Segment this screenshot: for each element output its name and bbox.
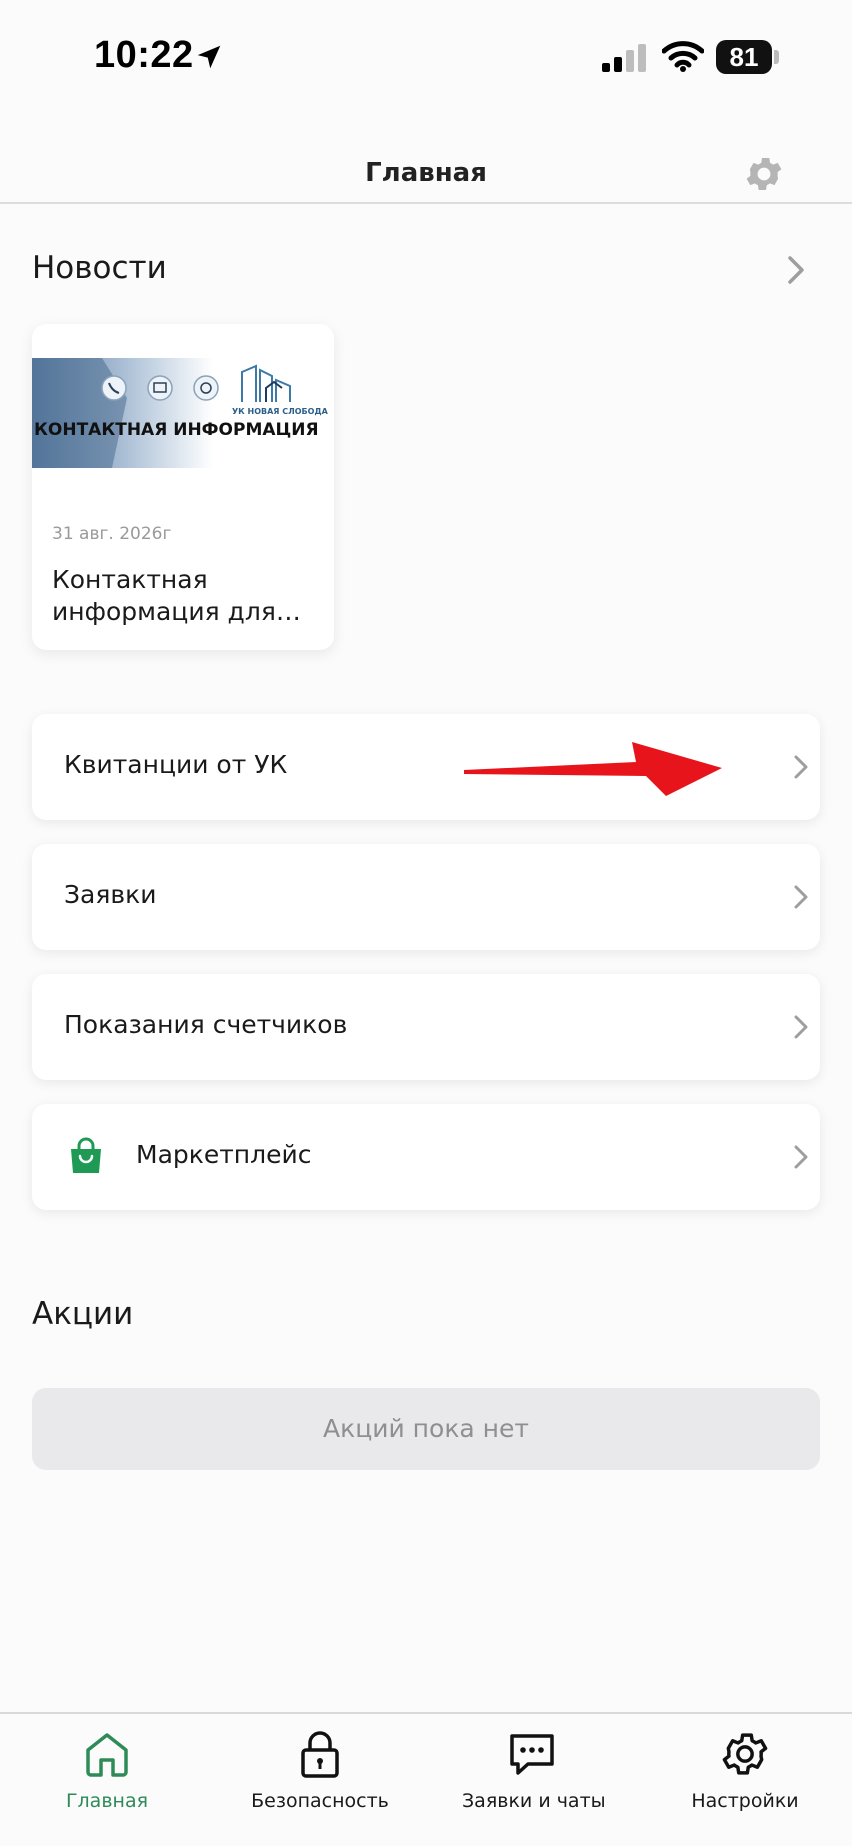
- menu-item-label: Показания счетчиков: [64, 1010, 348, 1039]
- chat-bubble-icon: [510, 1734, 554, 1775]
- lock-icon: [301, 1731, 339, 1778]
- wifi-icon: [662, 41, 704, 72]
- gear-icon: [722, 1733, 768, 1775]
- news-date: 31 авг. 2026г: [52, 524, 172, 544]
- tab-requests-chats[interactable]: Заявки и чаты: [462, 1728, 606, 1812]
- chevron-right-icon: [794, 885, 808, 909]
- news-text: Контактная информация для…: [52, 565, 301, 626]
- chevron-right-icon: [794, 755, 808, 779]
- battery-indicator: 81: [716, 40, 772, 74]
- menu-item-meter-readings[interactable]: Показания счетчиков: [32, 974, 820, 1080]
- tab-settings[interactable]: Настройки: [690, 1728, 800, 1812]
- location-arrow-icon: [197, 45, 221, 69]
- news-image-caption: КОНТАКТНАЯ ИНФОРМАЦИЯ: [34, 420, 319, 440]
- tab-home[interactable]: Главная: [62, 1728, 152, 1812]
- shopping-bag-icon: [71, 1137, 101, 1173]
- tab-label: Настройки: [691, 1790, 799, 1812]
- news-image: УК НОВАЯ СЛОБОДА: [32, 358, 334, 468]
- battery-level: 81: [729, 42, 759, 72]
- status-bar: 10:22 81: [0, 0, 852, 120]
- tab-label: Безопасность: [251, 1790, 389, 1812]
- tab-bar: Главная Безопасность Заявки и чаты Настр…: [0, 1712, 852, 1846]
- gear-icon[interactable]: [742, 152, 786, 196]
- menu-item-label: Маркетплейс: [136, 1140, 312, 1169]
- annotation-arrow-icon: [464, 742, 722, 796]
- chevron-right-icon: [794, 1015, 808, 1039]
- battery-cap: [774, 50, 779, 64]
- page-title: Главная: [365, 158, 487, 188]
- news-logo-text: УК НОВАЯ СЛОБОДА: [232, 407, 329, 416]
- menu-item-label: Квитанции от УК: [64, 750, 288, 779]
- promotions-empty-state: Акций пока нет: [32, 1388, 820, 1470]
- home-icon: [86, 1733, 128, 1777]
- signal-bars-icon: [602, 44, 646, 72]
- news-card[interactable]: УК НОВАЯ СЛОБОДА КОНТАКТНАЯ ИНФОРМАЦИЯ 3…: [32, 324, 334, 650]
- header: Главная: [0, 140, 852, 204]
- status-time: 10:22: [94, 34, 194, 76]
- menu-item-requests[interactable]: Заявки: [32, 844, 820, 950]
- tab-label: Главная: [65, 1790, 149, 1812]
- news-section-title: Новости: [32, 250, 167, 286]
- tab-security[interactable]: Безопасность: [250, 1728, 390, 1812]
- promotions-section-title: Акции: [32, 1296, 134, 1332]
- menu-item-label: Заявки: [64, 880, 157, 909]
- tab-label: Заявки и чаты: [462, 1790, 606, 1812]
- chevron-right-icon[interactable]: [784, 254, 808, 286]
- menu-item-marketplace[interactable]: Маркетплейс: [32, 1104, 820, 1210]
- chevron-right-icon: [794, 1145, 808, 1169]
